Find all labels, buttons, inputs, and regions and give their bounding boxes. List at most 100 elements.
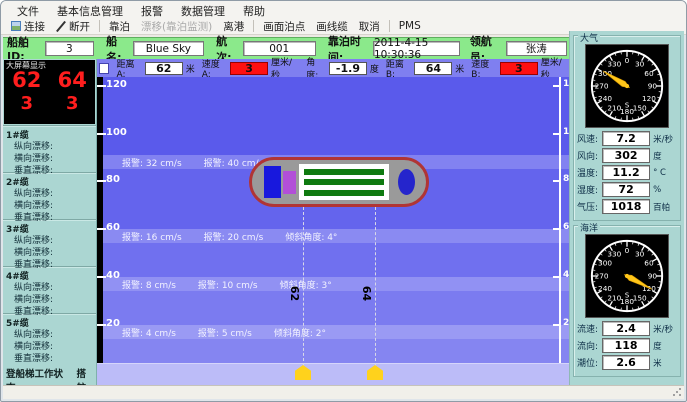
lateral-drift-label: 横向漂移: — [6, 153, 96, 165]
cargo-bar — [304, 190, 384, 196]
axis-tick — [97, 276, 106, 278]
axis-tick — [97, 180, 106, 182]
alarm-line-20: 报警: 4 cm/s 报警: 5 cm/s 倾斜角度: 2° — [97, 325, 571, 339]
ship-shape[interactable] — [249, 157, 429, 207]
wind-speed-unit: 米/秒 — [653, 133, 677, 145]
toolbar-separator — [389, 20, 390, 32]
longitudinal-drift-label: 纵向漂移: — [6, 329, 96, 341]
alarm-band — [97, 77, 571, 155]
axis-tick — [97, 133, 106, 135]
distance-a-unit: 米 — [186, 62, 195, 75]
ship-name-field[interactable]: Blue Sky — [133, 41, 205, 56]
current-direction-unit: 度 — [653, 340, 677, 352]
axis-tick — [97, 228, 106, 230]
wind-direction-row: 风向: 302 度 — [577, 148, 677, 163]
alarm-speed-b: 报警: 10 cm/s — [198, 278, 258, 291]
drift-monitor-button: 漂移(靠泊监测) — [137, 18, 216, 35]
wind-direction-unit: 度 — [653, 150, 677, 162]
ocean-title: 海洋 — [578, 221, 600, 234]
humidity-row: 湿度: 72 % — [577, 182, 677, 197]
current-direction-label: 流向: — [577, 339, 599, 352]
berthing-plot: 报警: 32 cm/s 报警: 40 cm/s 倾斜角度: 5° 报警: 16 … — [97, 77, 571, 389]
pilot-field[interactable]: 张涛 — [506, 41, 567, 56]
big-screen-display: 大屏幕显示 62 64 3 3 — [4, 60, 95, 124]
wind-direction-value: 302 — [602, 148, 650, 163]
alarm-speed-a: 报警: 8 cm/s — [122, 278, 176, 291]
axis-label: 120 — [106, 79, 127, 90]
distance-b-value: 64 — [414, 62, 452, 75]
ship-cabin-block — [283, 171, 296, 194]
current-direction-value: 118 — [602, 338, 650, 353]
lateral-drift-label: 横向漂移: — [6, 341, 96, 353]
distance-line-a — [303, 207, 304, 371]
ship-id-field[interactable]: 3 — [45, 41, 95, 56]
pressure-value: 1018 — [602, 199, 650, 214]
alarm-band — [97, 243, 571, 277]
disconnect-button[interactable]: 断开 — [52, 18, 94, 35]
connect-button[interactable]: 连接 — [7, 18, 49, 35]
alarm-band — [97, 339, 571, 363]
humidity-label: 湿度: — [577, 183, 599, 196]
cable-group-5: 5#缆 纵向漂移: 横向漂移: 垂直漂移: — [3, 314, 96, 361]
pressure-label: 气压: — [577, 200, 599, 213]
distance-line-b — [375, 207, 376, 371]
ship-bridge-block — [264, 166, 281, 198]
tide-level-row: 潮位: 2.6 米 — [577, 355, 677, 370]
svg-text:60: 60 — [644, 259, 654, 268]
display-distance-b: 64 — [58, 70, 87, 91]
alarm-speed-b: 报警: 20 cm/s — [204, 230, 264, 243]
draw-berth-points-button[interactable]: 画面泊点 — [259, 18, 309, 35]
right-axis — [559, 77, 561, 363]
drift-sidebar: 大屏幕显示 62 64 3 3 1#缆 纵向漂移: 横向漂移: 垂直漂移: — [3, 59, 97, 389]
svg-text:0: 0 — [625, 56, 630, 65]
measure-strip: 距离A: 62 米 速度A: 3 厘米/秒 角度: -1.9 度 距离B: 64… — [97, 59, 571, 77]
humidity-value: 72 — [602, 182, 650, 197]
svg-text:240: 240 — [598, 284, 612, 293]
alarm-angle: 倾斜角度: 4° — [285, 230, 337, 243]
temperature-label: 温度: — [577, 166, 599, 179]
distance-b-plot-label: 64 — [360, 286, 373, 301]
current-speed-value: 2.4 — [602, 321, 650, 336]
axis-tick — [553, 228, 561, 230]
alarm-line-60: 报警: 16 cm/s 报警: 20 cm/s 倾斜角度: 4° — [97, 229, 571, 243]
voyage-field[interactable]: 001 — [243, 41, 316, 56]
wind-speed-value: 7.2 — [602, 131, 650, 146]
toolbar-separator — [99, 20, 100, 32]
cargo-bar — [304, 179, 384, 185]
pms-button[interactable]: PMS — [395, 19, 425, 33]
current-speed-label: 流速: — [577, 322, 599, 335]
alarm-line-40: 报警: 8 cm/s 报警: 10 cm/s 倾斜角度: 3° — [97, 277, 571, 291]
ship-cargo-deck — [299, 164, 389, 200]
connect-icon — [11, 21, 21, 31]
resize-grip[interactable] — [672, 387, 682, 397]
svg-text:150: 150 — [633, 103, 647, 112]
svg-text:210: 210 — [607, 293, 621, 302]
axis-tick — [553, 180, 561, 182]
display-title: 大屏幕显示 — [6, 60, 46, 71]
current-speed-unit: 米/秒 — [653, 323, 677, 335]
temperature-value: 11.2 — [602, 165, 650, 180]
axis-label: 80 — [106, 174, 120, 185]
app-window: 文件 基本信息管理 报警 数据管理 帮助 连接 断开 靠泊 漂移(靠泊监测) 离… — [0, 0, 687, 402]
environment-panel: 大气 0306090120150180210240270300330 S 风速:… — [569, 31, 684, 387]
alarm-band — [97, 291, 571, 325]
axis-label: 40 — [106, 270, 120, 281]
speed-a-value: 3 — [230, 62, 268, 75]
current-direction-gauge: 0306090120150180210240270300330 S — [585, 234, 669, 318]
lateral-drift-label: 横向漂移: — [6, 200, 96, 212]
temperature-unit: ° C — [653, 168, 677, 178]
wind-direction-label: 风向: — [577, 149, 599, 162]
cable-group-title: 1#缆 — [6, 128, 96, 141]
corner-box[interactable] — [99, 63, 109, 74]
gauge-south-label: S — [625, 291, 629, 299]
svg-text:270: 270 — [595, 271, 609, 280]
berth-time-field[interactable]: 2011-4-15 10:30:36 — [373, 41, 460, 56]
alarm-speed-a: 报警: 32 cm/s — [122, 156, 182, 169]
svg-text:30: 30 — [635, 59, 645, 68]
axis-label: 100 — [106, 127, 127, 138]
disconnect-icon — [56, 21, 66, 31]
ship-bow-ellipse — [398, 169, 415, 195]
longitudinal-drift-label: 纵向漂移: — [6, 188, 96, 200]
svg-text:210: 210 — [607, 103, 621, 112]
distance-a-plot-label: 62 — [288, 286, 301, 301]
